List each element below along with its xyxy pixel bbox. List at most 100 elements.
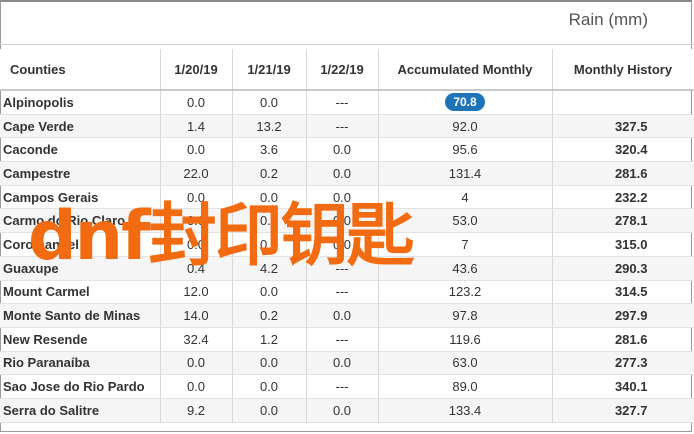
accumulated-cell: 119.6 [378, 327, 553, 352]
history-cell: 281.6 [552, 161, 694, 186]
table-row: Guaxupe 0.4 4.2 --- 43.6 290.3 [0, 256, 694, 281]
rain-cell-date-2: 1.2 [232, 327, 307, 352]
rain-cell-date-3: 0.0 [306, 303, 379, 328]
history-cell: 340.1 [552, 374, 694, 399]
accumulated-cell: 133.4 [378, 398, 553, 423]
rain-cell-date-2: 0.0 [232, 374, 307, 399]
table-row: Mount Carmel 12.0 0.0 --- 123.2 314.5 [0, 280, 694, 305]
county-cell: Guaxupe [0, 256, 161, 281]
rain-unit-label: Rain (mm) [568, 10, 648, 29]
accumulated-cell: 95.6 [378, 137, 553, 163]
accumulated-cell: 70.8 [378, 90, 553, 115]
rain-cell-date-2: 0.0 [232, 280, 307, 305]
rain-cell-date-3: --- [306, 114, 379, 139]
accumulated-cell: 92.0 [378, 114, 553, 139]
column-header-accumulated[interactable]: Accumulated Monthly [378, 49, 553, 91]
rain-cell-date-3: 0.0 [306, 137, 379, 163]
rain-cell-date-3: --- [306, 256, 379, 281]
table-row: Campestre 22.0 0.2 0.0 131.4 281.6 [0, 161, 694, 186]
county-cell: Alpinopolis [0, 90, 161, 115]
table-row: Coromandel 0.0 0.0 0.0 7 315.0 [0, 232, 694, 257]
history-cell [552, 90, 694, 115]
rain-cell-date-2: 0.0 [232, 90, 307, 115]
county-cell: Sao Jose do Rio Pardo [0, 374, 161, 399]
rain-cell-date-3: 0.0 [306, 398, 379, 423]
table-body: Alpinopolis 0.0 0.0 --- 70.8 Cape Verde 1.4 13.… [0, 90, 694, 423]
rain-cell-date-1: 0.0 [160, 208, 233, 234]
rain-cell-date-2: 0.0 [232, 351, 307, 376]
history-cell: 277.3 [552, 351, 694, 376]
accumulated-cell: 53.0 [378, 208, 553, 234]
history-cell: 314.5 [552, 280, 694, 305]
table-caption-bar: Rain (mm) [0, 0, 694, 45]
history-cell: 327.7 [552, 398, 694, 423]
table-row: Monte Santo de Minas 14.0 0.2 0.0 97.8 297.9 [0, 303, 694, 328]
rain-cell-date-1: 0.0 [160, 232, 233, 257]
county-cell: Serra do Salitre [0, 398, 161, 423]
accumulated-cell: 97.8 [378, 303, 553, 328]
history-cell: 315.0 [552, 232, 694, 257]
rain-cell-date-3: 0.0 [306, 185, 379, 210]
history-cell: 281.6 [552, 327, 694, 352]
table-row: Sao Jose do Rio Pardo 0.0 0.0 --- 89.0 340.1 [0, 374, 694, 399]
column-header-date-1[interactable]: 1/20/19 [160, 49, 233, 91]
table-row: Caconde 0.0 3.6 0.0 95.6 320.4 [0, 137, 694, 163]
rain-cell-date-1: 0.0 [160, 374, 233, 399]
rain-cell-date-1: 32.4 [160, 327, 233, 352]
rain-cell-date-1: 0.0 [160, 351, 233, 376]
rain-cell-date-1: 0.0 [160, 90, 233, 115]
county-cell: New Resende [0, 327, 161, 352]
column-header-history[interactable]: Monthly History [552, 49, 694, 91]
history-cell: 327.5 [552, 114, 694, 139]
rain-cell-date-2: 0.0 [232, 208, 307, 234]
rain-cell-date-3: 0.0 [306, 232, 379, 257]
rain-cell-date-2: 4.2 [232, 256, 307, 281]
rain-cell-date-3: 0.0 [306, 351, 379, 376]
rain-cell-date-1: 0.0 [160, 137, 233, 163]
county-cell: Campestre [0, 161, 161, 186]
rain-cell-date-1: 1.4 [160, 114, 233, 139]
history-cell: 278.1 [552, 208, 694, 234]
county-cell: Campos Gerais [0, 185, 161, 210]
history-cell: 290.3 [552, 256, 694, 281]
rain-cell-date-2: 0.0 [232, 232, 307, 257]
rain-cell-date-3: 0.0 [306, 208, 379, 234]
rain-cell-date-1: 22.0 [160, 161, 233, 186]
accumulated-cell: 89.0 [378, 374, 553, 399]
county-cell: Monte Santo de Minas [0, 303, 161, 328]
rain-cell-date-2: 0.2 [232, 161, 307, 186]
history-cell: 320.4 [552, 137, 694, 163]
table-row: Carmo do Rio Claro 0.0 0.0 0.0 53.0 278.1 [0, 208, 694, 234]
accumulated-cell: 63.0 [378, 351, 553, 376]
column-header-date-2[interactable]: 1/21/19 [232, 49, 307, 91]
history-cell: 297.9 [552, 303, 694, 328]
county-cell: Caconde [0, 137, 161, 163]
table-row: Rio Paranaíba 0.0 0.0 0.0 63.0 277.3 [0, 351, 694, 376]
accumulated-cell: 43.6 [378, 256, 553, 281]
county-cell: Rio Paranaíba [0, 351, 161, 376]
table-header-row: Counties 1/20/19 1/21/19 1/22/19 Accumul… [0, 49, 694, 91]
rain-cell-date-1: 0.4 [160, 256, 233, 281]
column-header-date-3[interactable]: 1/22/19 [306, 49, 379, 91]
rain-table: Counties 1/20/19 1/21/19 1/22/19 Accumul… [0, 49, 694, 423]
column-header-counties[interactable]: Counties [0, 49, 161, 91]
rain-cell-date-3: --- [306, 90, 379, 115]
county-cell: Carmo do Rio Claro [0, 208, 161, 234]
rain-cell-date-1: 12.0 [160, 280, 233, 305]
table-row: Alpinopolis 0.0 0.0 --- 70.8 [0, 90, 694, 115]
rain-cell-date-1: 9.2 [160, 398, 233, 423]
rain-cell-date-2: 0.0 [232, 398, 307, 423]
county-cell: Mount Carmel [0, 280, 161, 305]
rain-cell-date-2: 3.6 [232, 137, 307, 163]
rain-cell-date-2: 13.2 [232, 114, 307, 139]
rain-cell-date-3: 0.0 [306, 161, 379, 186]
rain-cell-date-2: 0.0 [232, 185, 307, 210]
rain-cell-date-3: --- [306, 280, 379, 305]
county-cell: Cape Verde [0, 114, 161, 139]
accumulated-cell: 123.2 [378, 280, 553, 305]
accumulated-cell: 4 [378, 185, 553, 210]
rain-cell-date-1: 0.0 [160, 185, 233, 210]
accumulated-cell: 131.4 [378, 161, 553, 186]
table-row: New Resende 32.4 1.2 --- 119.6 281.6 [0, 327, 694, 352]
table-row: Campos Gerais 0.0 0.0 0.0 4 232.2 [0, 185, 694, 210]
